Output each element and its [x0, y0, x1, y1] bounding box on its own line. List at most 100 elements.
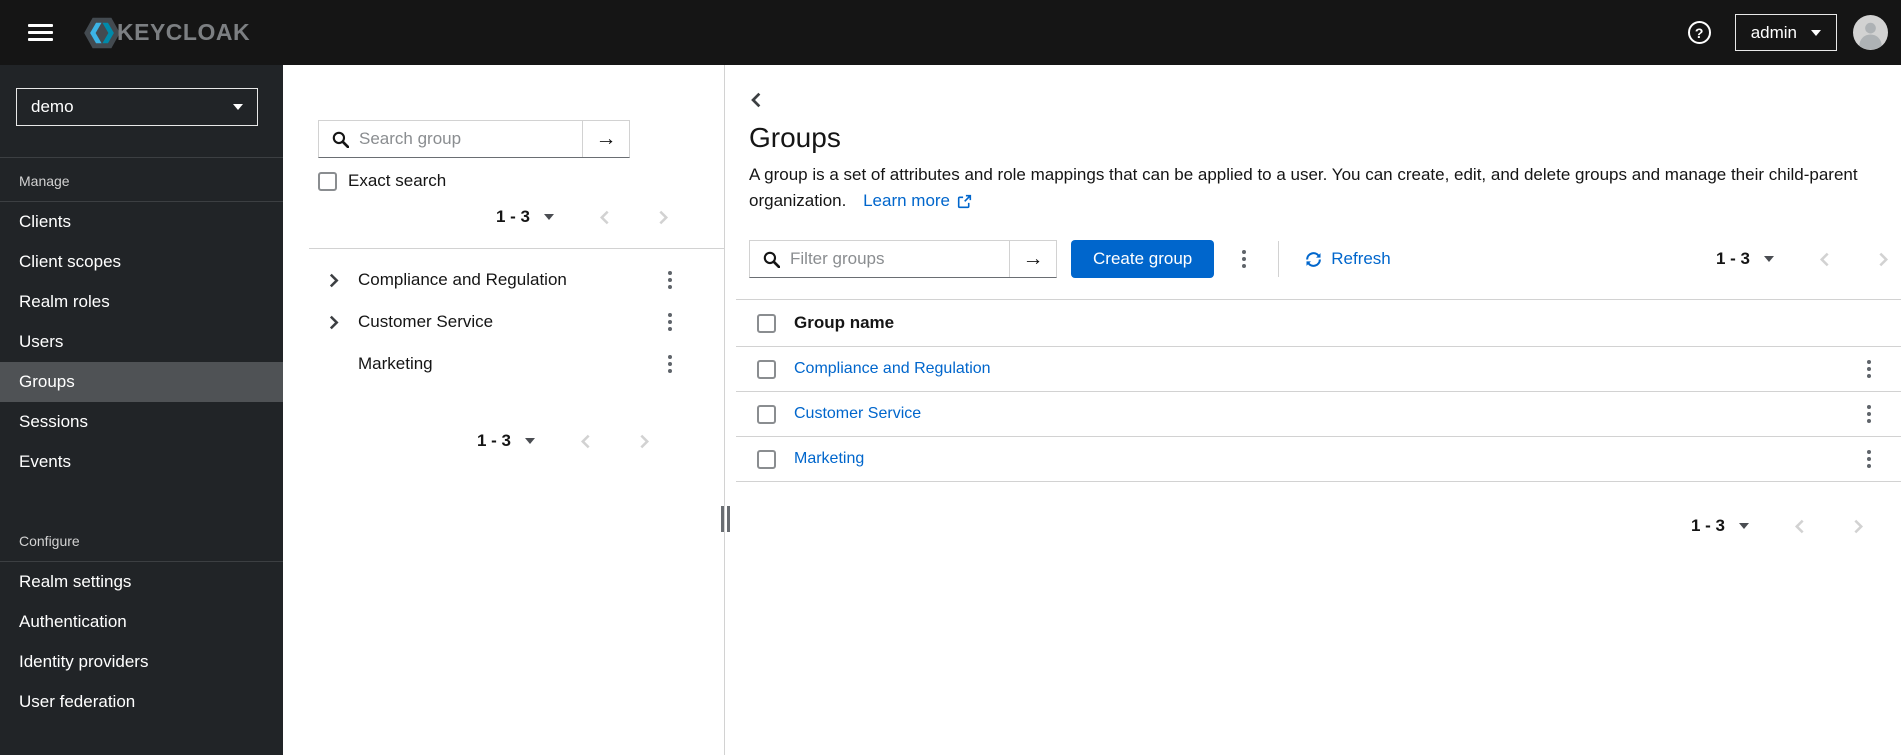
- pagination-next-button[interactable]: [656, 210, 670, 225]
- hamburger-icon: [28, 24, 53, 41]
- expand-toggle-button[interactable]: [327, 315, 341, 330]
- group-tree-panel: → Exact search 1 - 3 Compliance a: [283, 65, 724, 755]
- filter-groups-submit-button[interactable]: →: [1009, 241, 1056, 277]
- kebab-icon: [1867, 450, 1871, 454]
- row-kebab-menu-button[interactable]: [1861, 400, 1877, 428]
- exact-search-option: Exact search: [318, 171, 724, 191]
- table-row: Customer Service: [736, 392, 1901, 437]
- pagination-menu-toggle[interactable]: 1 - 3: [1716, 249, 1774, 269]
- groups-table: Group name Compliance and Regulation Cus…: [736, 299, 1901, 482]
- kebab-icon: [1867, 360, 1871, 364]
- select-all-checkbox[interactable]: [757, 313, 776, 333]
- groups-main-panel: Groups A group is a set of attributes an…: [736, 65, 1901, 755]
- exact-search-checkbox[interactable]: [318, 171, 337, 191]
- row-kebab-menu-button[interactable]: [1861, 445, 1877, 473]
- pagination-prev-button[interactable]: [1818, 252, 1832, 267]
- kebab-icon: [668, 271, 672, 275]
- pagination-menu-toggle[interactable]: 1 - 3: [1691, 516, 1749, 536]
- exact-search-label: Exact search: [348, 171, 447, 190]
- tree-item: Marketing: [283, 343, 724, 385]
- pagination-next-button[interactable]: [637, 434, 651, 449]
- keycloak-logo: KEYCLOAK: [83, 16, 250, 50]
- help-button[interactable]: ?: [1687, 21, 1711, 44]
- filter-groups: →: [749, 240, 1057, 278]
- row-checkbox[interactable]: [757, 449, 776, 469]
- sidebar-item-clients[interactable]: Clients: [0, 202, 283, 242]
- sidebar-item-events[interactable]: Events: [0, 442, 283, 482]
- sidebar-item-realm-roles[interactable]: Realm roles: [0, 282, 283, 322]
- sidebar-section-title: Configure: [19, 533, 80, 549]
- expand-toggle-button[interactable]: [327, 273, 341, 288]
- tree-item-label[interactable]: Customer Service: [358, 312, 662, 332]
- table-row: Compliance and Regulation: [736, 347, 1901, 392]
- row-checkbox[interactable]: [757, 359, 776, 379]
- realm-selector-label: demo: [31, 97, 74, 116]
- angle-left-icon: [1794, 519, 1804, 533]
- row-kebab-menu-button[interactable]: [1861, 355, 1877, 383]
- splitter-drag-handle[interactable]: [721, 506, 730, 532]
- sidebar-item-authentication[interactable]: Authentication: [0, 602, 283, 642]
- pagination-next-button[interactable]: [1876, 252, 1890, 267]
- help-icon: ?: [1687, 21, 1711, 44]
- nav-toggle-button[interactable]: [22, 14, 59, 51]
- tree-item-label[interactable]: Compliance and Regulation: [358, 270, 662, 290]
- brand-wordmark: KEYCLOAK: [117, 19, 251, 45]
- kebab-menu-button[interactable]: [662, 350, 678, 378]
- filter-groups-input[interactable]: [780, 241, 1009, 277]
- avatar[interactable]: [1853, 15, 1888, 50]
- toolbar-kebab-menu-button[interactable]: [1236, 245, 1252, 273]
- page-title: Groups: [749, 122, 841, 153]
- sidebar-item-groups[interactable]: Groups: [0, 362, 283, 402]
- page-header: Groups A group is a set of attributes an…: [736, 108, 1901, 214]
- refresh-button[interactable]: Refresh: [1305, 249, 1391, 269]
- group-name-link[interactable]: Compliance and Regulation: [794, 360, 1861, 378]
- pagination-menu-toggle[interactable]: 1 - 3: [496, 207, 554, 227]
- sidebar-item-users[interactable]: Users: [0, 322, 283, 362]
- pagination-next-button[interactable]: [1851, 519, 1865, 534]
- realm-selector[interactable]: demo: [16, 88, 258, 126]
- table-pagination-bottom-row: 1 - 3: [736, 516, 1901, 536]
- tree-pagination-bottom: 1 - 3: [283, 431, 724, 451]
- group-name-link[interactable]: Customer Service: [794, 405, 1861, 423]
- angle-right-icon: [329, 315, 339, 329]
- panel-splitter[interactable]: [724, 65, 725, 755]
- kebab-icon: [1867, 405, 1871, 409]
- kebab-menu-button[interactable]: [662, 266, 678, 294]
- collapse-panel-button[interactable]: [750, 92, 763, 108]
- sidebar-item-sessions[interactable]: Sessions: [0, 402, 283, 442]
- groups-toolbar: → Create group Refresh 1 - 3: [736, 240, 1901, 278]
- tree-item: Customer Service: [283, 301, 724, 343]
- create-group-button[interactable]: Create group: [1071, 240, 1215, 278]
- tree-divider: [309, 248, 724, 249]
- pagination-prev-button[interactable]: [598, 210, 612, 225]
- caret-down-icon: [233, 104, 243, 110]
- sidebar-item-identity-providers[interactable]: Identity providers: [0, 642, 283, 682]
- group-search-submit-button[interactable]: →: [582, 121, 629, 157]
- group-name-link[interactable]: Marketing: [794, 450, 1861, 468]
- tree-item-label[interactable]: Marketing: [358, 354, 662, 374]
- sidebar-item-client-scopes[interactable]: Client scopes: [0, 242, 283, 282]
- group-tree: Compliance and Regulation Customer Servi…: [283, 259, 724, 385]
- learn-more-link[interactable]: Learn more: [863, 188, 972, 214]
- caret-down-icon: [1811, 29, 1821, 36]
- pagination-prev-button[interactable]: [1793, 519, 1807, 534]
- angle-left-icon: [580, 434, 590, 448]
- pagination-prev-button[interactable]: [579, 434, 593, 449]
- user-menu-dropdown[interactable]: admin: [1734, 14, 1837, 51]
- kebab-menu-button[interactable]: [662, 308, 678, 336]
- tree-pagination-top: 1 - 3: [318, 207, 724, 227]
- masthead: KEYCLOAK ? admin: [0, 0, 1901, 65]
- angle-right-icon: [329, 273, 339, 287]
- caret-down-icon: [544, 214, 554, 220]
- pagination-menu-toggle[interactable]: 1 - 3: [477, 431, 535, 451]
- user-menu-label: admin: [1750, 22, 1797, 42]
- search-icon: [750, 241, 780, 277]
- sidebar-item-realm-settings[interactable]: Realm settings: [0, 562, 283, 602]
- kebab-icon: [668, 313, 672, 317]
- search-icon: [319, 121, 349, 157]
- group-search-input[interactable]: [349, 121, 582, 157]
- row-checkbox[interactable]: [757, 404, 776, 424]
- angle-left-icon: [1819, 252, 1829, 266]
- sidebar-item-user-federation[interactable]: User federation: [0, 682, 283, 722]
- avatar-icon: [1853, 15, 1888, 50]
